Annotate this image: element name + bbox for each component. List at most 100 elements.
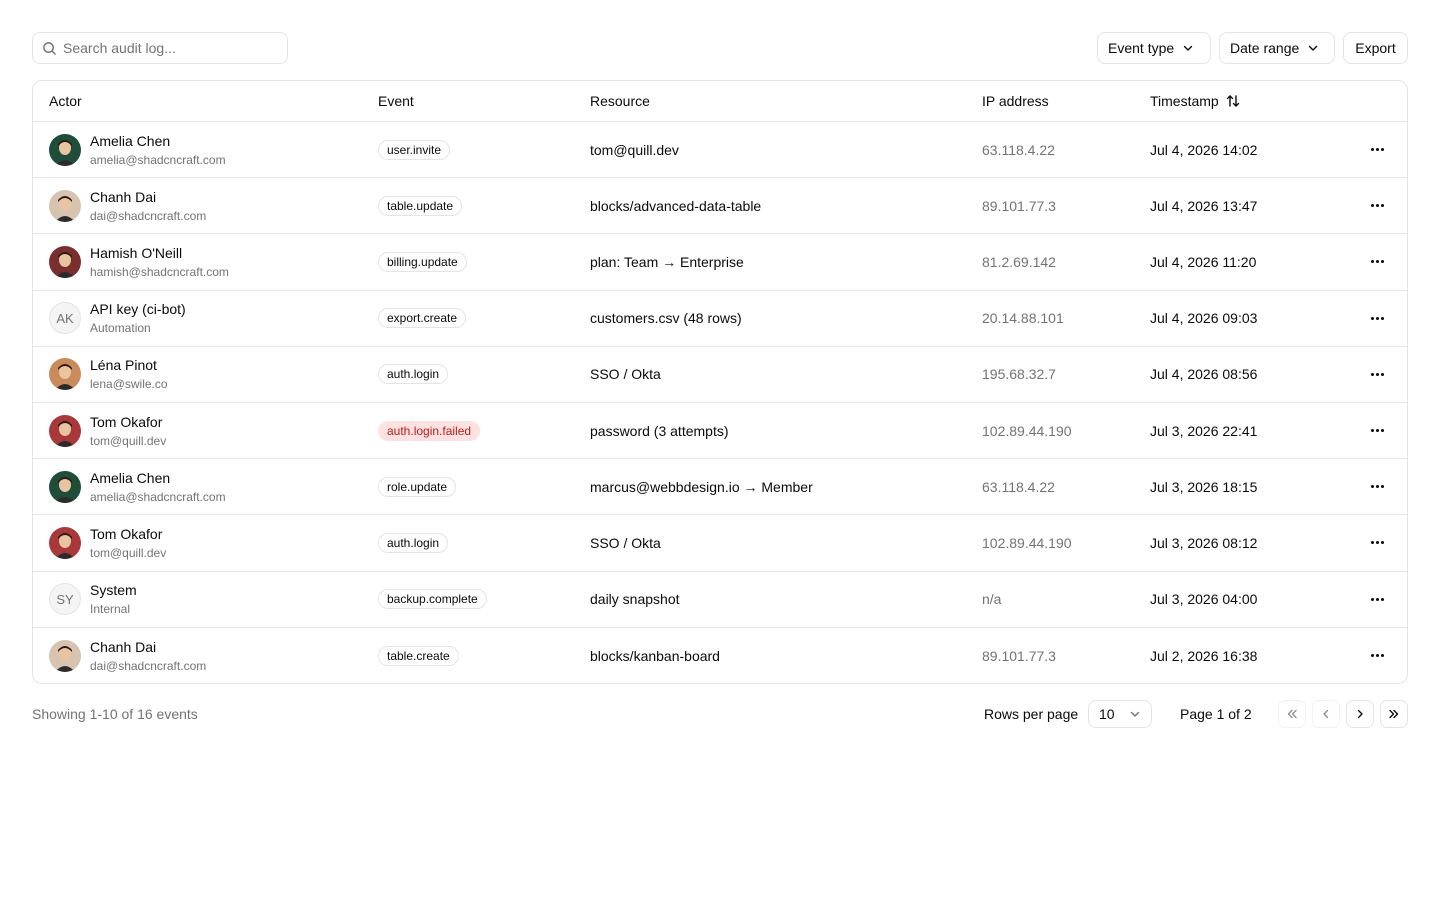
avatar: AK [49, 302, 81, 335]
chevron-right-icon [1357, 709, 1363, 719]
table-row[interactable]: Tom Okafor tom@quill.dev auth.login.failed… [33, 403, 1407, 460]
person-photo-icon [49, 639, 81, 672]
toolbar: Event type Date range Export [32, 32, 1408, 64]
actor-name: Tom Okafor [90, 525, 163, 542]
avatar [49, 133, 81, 166]
event-cell: auth.login [378, 347, 449, 402]
avatar [49, 470, 81, 503]
avatar [49, 189, 81, 222]
timestamp-cell: Jul 3, 2026 18:15 [1150, 478, 1258, 495]
table-row[interactable]: Léna Pinot lena@swile.co auth.login SSO / O… [33, 347, 1407, 403]
timestamp-cell: Jul 4, 2026 13:47 [1150, 197, 1258, 214]
table-row[interactable]: Tom Okafor tom@quill.dev auth.login SSO / O… [33, 515, 1407, 572]
chevrons-right-icon [1389, 709, 1399, 719]
actor-cell: Chanh Dai dai@shadcncraft.com [49, 628, 206, 683]
event-badge: auth.login [378, 364, 449, 385]
actor-cell: Amelia Chen amelia@shadcncraft.com [49, 122, 226, 177]
row-actions-button[interactable] [1361, 403, 1393, 458]
rows-per-page-select[interactable]: 10 [1088, 700, 1152, 728]
ip-address-cell: 81.2.69.142 [982, 253, 1056, 270]
more-horizontal-icon [1370, 316, 1384, 320]
actor-text: Chanh Dai dai@shadcncraft.com [90, 188, 206, 224]
actor-name: System [90, 582, 137, 599]
last-page-button[interactable] [1380, 700, 1408, 728]
rows-per-page-label: Rows per page [984, 706, 1079, 722]
search-box[interactable] [32, 32, 288, 64]
resource-cell: daily snapshot [590, 591, 680, 608]
ip-address-cell: 102.89.44.190 [982, 422, 1072, 439]
row-actions-button[interactable] [1361, 122, 1393, 177]
table-row[interactable]: SY System Internal backup.complete daily sna… [33, 572, 1407, 628]
column-header-timestamp[interactable]: Timestamp [1150, 81, 1241, 121]
ip-address-cell: 20.14.88.101 [982, 310, 1064, 327]
actor-email: amelia@shadcncraft.com [90, 152, 226, 167]
table-header: Actor Event Resource IP address Timestam… [33, 81, 1407, 122]
row-actions-button[interactable] [1361, 291, 1393, 346]
event-cell: auth.login.failed [378, 403, 481, 458]
timestamp-cell: Jul 2, 2026 16:38 [1150, 647, 1258, 664]
actor-cell: SY System Internal [49, 572, 137, 627]
event-cell: auth.login [378, 515, 449, 570]
ip-address-cell: 195.68.32.7 [982, 366, 1056, 383]
actor-name: Chanh Dai [90, 188, 157, 205]
event-cell: table.create [378, 628, 459, 683]
row-actions-button[interactable] [1361, 628, 1393, 683]
search-icon [43, 41, 56, 55]
actor-text: Hamish O'Neill hamish@shadcncraft.com [90, 244, 229, 280]
actor-name: Hamish O'Neill [90, 244, 183, 261]
row-actions-button[interactable] [1361, 347, 1393, 402]
table-body: Amelia Chen amelia@shadcncraft.com user.in… [33, 122, 1407, 683]
actor-cell: Chanh Dai dai@shadcncraft.com [49, 178, 206, 233]
actor-name: Tom Okafor [90, 413, 163, 430]
avatar-initials: SY [56, 591, 74, 607]
chevron-left-icon [1323, 709, 1329, 719]
more-horizontal-icon [1370, 597, 1384, 601]
actor-text: API key (ci-bot) Automation [90, 300, 186, 336]
audit-log-table: Actor Event Resource IP address Timestam… [32, 80, 1408, 684]
avatar [49, 414, 81, 447]
row-actions-button[interactable] [1361, 459, 1393, 514]
date-range-filter-button[interactable]: Date range [1219, 32, 1335, 64]
column-header-ip: IP address [982, 93, 1049, 109]
actor-email: hamish@shadcncraft.com [90, 264, 229, 279]
search-input[interactable] [63, 40, 263, 56]
ip-address-cell: 89.101.77.3 [982, 197, 1056, 214]
event-type-filter-button[interactable]: Event type [1097, 32, 1211, 64]
more-horizontal-icon [1370, 260, 1384, 264]
table-row[interactable]: Amelia Chen amelia@shadcncraft.com role.up… [33, 459, 1407, 516]
page-info: Page 1 of 2 [1180, 706, 1252, 722]
table-row[interactable]: Amelia Chen amelia@shadcncraft.com user.in… [33, 122, 1407, 179]
avatar [49, 639, 81, 672]
next-page-button[interactable] [1346, 700, 1374, 728]
actor-email: tom@quill.dev [90, 433, 167, 448]
resource-cell: blocks/kanban-board [590, 647, 720, 664]
resource-cell: password (3 attempts) [590, 422, 729, 439]
row-actions-button[interactable] [1361, 572, 1393, 627]
event-cell: table.update [378, 178, 463, 233]
table-row[interactable]: Hamish O'Neill hamish@shadcncraft.com bill… [33, 234, 1407, 291]
sort-icon[interactable] [1225, 93, 1241, 109]
person-photo-icon [49, 189, 81, 222]
more-horizontal-icon [1370, 541, 1384, 545]
row-actions-button[interactable] [1361, 515, 1393, 570]
table-row[interactable]: AK API key (ci-bot) Automation export.creat… [33, 291, 1407, 347]
previous-page-button[interactable] [1312, 700, 1340, 728]
timestamp-cell: Jul 4, 2026 09:03 [1150, 310, 1258, 327]
table-row[interactable]: Chanh Dai dai@shadcncraft.com table.update… [33, 178, 1407, 235]
event-cell: billing.update [378, 234, 467, 289]
person-photo-icon [49, 526, 81, 559]
ip-address-cell: 89.101.77.3 [982, 647, 1056, 664]
ip-address-cell: n/a [982, 591, 1002, 608]
export-button[interactable]: Export [1343, 32, 1408, 64]
row-actions-button[interactable] [1361, 178, 1393, 233]
more-horizontal-icon [1370, 204, 1384, 208]
chevron-down-icon [1130, 711, 1140, 717]
column-header-actor: Actor [49, 93, 82, 109]
person-photo-icon [49, 358, 81, 391]
resource-cell: customers.csv (48 rows) [590, 310, 742, 327]
event-type-label: Event type [1108, 40, 1175, 56]
person-photo-icon [49, 470, 81, 503]
row-actions-button[interactable] [1361, 234, 1393, 289]
table-row[interactable]: Chanh Dai dai@shadcncraft.com table.create… [33, 628, 1407, 683]
first-page-button[interactable] [1278, 700, 1306, 728]
